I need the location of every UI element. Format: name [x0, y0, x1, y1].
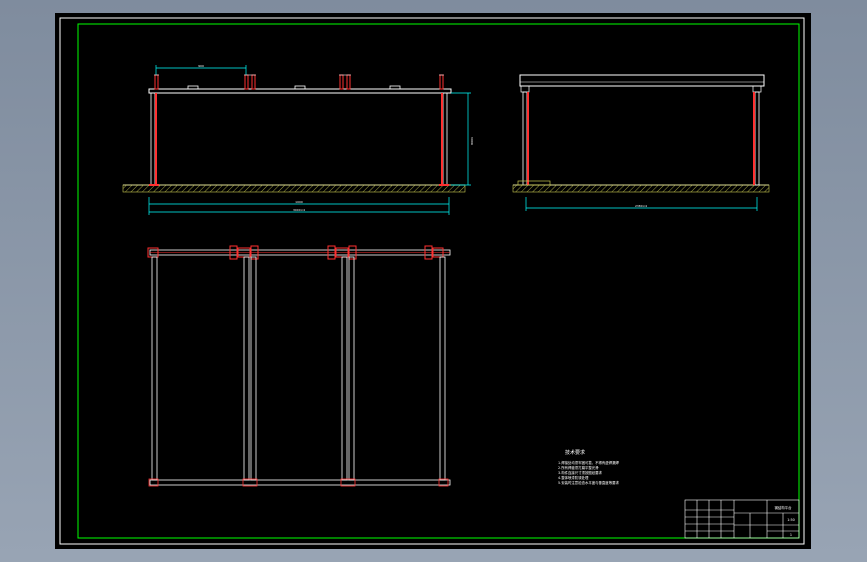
title-block-scale: 1:50	[787, 518, 795, 522]
dim-top-label: 900	[198, 64, 204, 68]
notes-title: 技术要求	[565, 449, 585, 456]
top-beam	[148, 88, 452, 94]
drawing-canvas: 900 8004 1000 3000×4 2380×4 技术要求 1.焊接处均须…	[59, 17, 805, 545]
side-bracket-left	[520, 85, 530, 93]
note-line-1: 1.焊接处均须牢固可靠，不得有虚焊漏焊	[558, 460, 619, 465]
drawing-sheet[interactable]: 900 8004 1000 3000×4 2380×4 技术要求 1.焊接处均须…	[55, 13, 811, 549]
title-block-sheet: 1	[790, 533, 792, 537]
side-ground-hatch	[512, 184, 770, 193]
front-columns	[149, 92, 449, 186]
cad-viewport[interactable]: 900 8004 1000 3000×4 2380×4 技术要求 1.焊接处均须…	[0, 0, 867, 562]
front-elevation[interactable]: 900 8004 1000 3000×4	[122, 64, 474, 215]
title-block-name: 钢结构平台	[775, 505, 793, 510]
note-line-3: 3.构件连接尺寸须按图纸要求	[558, 470, 603, 475]
ground-hatch	[122, 184, 466, 193]
side-roof-beam	[519, 74, 765, 87]
dim-height	[451, 92, 471, 186]
note-line-5: 5.安装时注意检查水平度与垂直度等要求	[558, 480, 619, 485]
dim-height-label: 8004	[470, 137, 474, 145]
dim-span-label: 1000	[295, 200, 303, 204]
plan-bottom-rail	[149, 479, 451, 486]
dim-overall-label: 3000×4	[293, 208, 305, 212]
note-line-2: 2.所有焊缝须打磨平整光滑	[558, 465, 599, 470]
note-line-4: 4.整体喷漆防锈处理	[558, 475, 589, 480]
inner-frame	[77, 23, 800, 539]
plan-view[interactable]	[147, 245, 451, 487]
outer-border	[59, 17, 805, 545]
side-columns	[522, 91, 760, 186]
technical-notes: 技术要求 1.焊接处均须牢固可靠，不得有虚焊漏焊 2.所有焊缝须打磨平整光滑 3…	[558, 449, 619, 485]
side-dim-label: 2380×4	[635, 204, 647, 208]
side-elevation[interactable]: 2380×4	[512, 74, 770, 211]
side-bracket-right	[752, 85, 762, 93]
plan-verticals	[151, 256, 446, 481]
